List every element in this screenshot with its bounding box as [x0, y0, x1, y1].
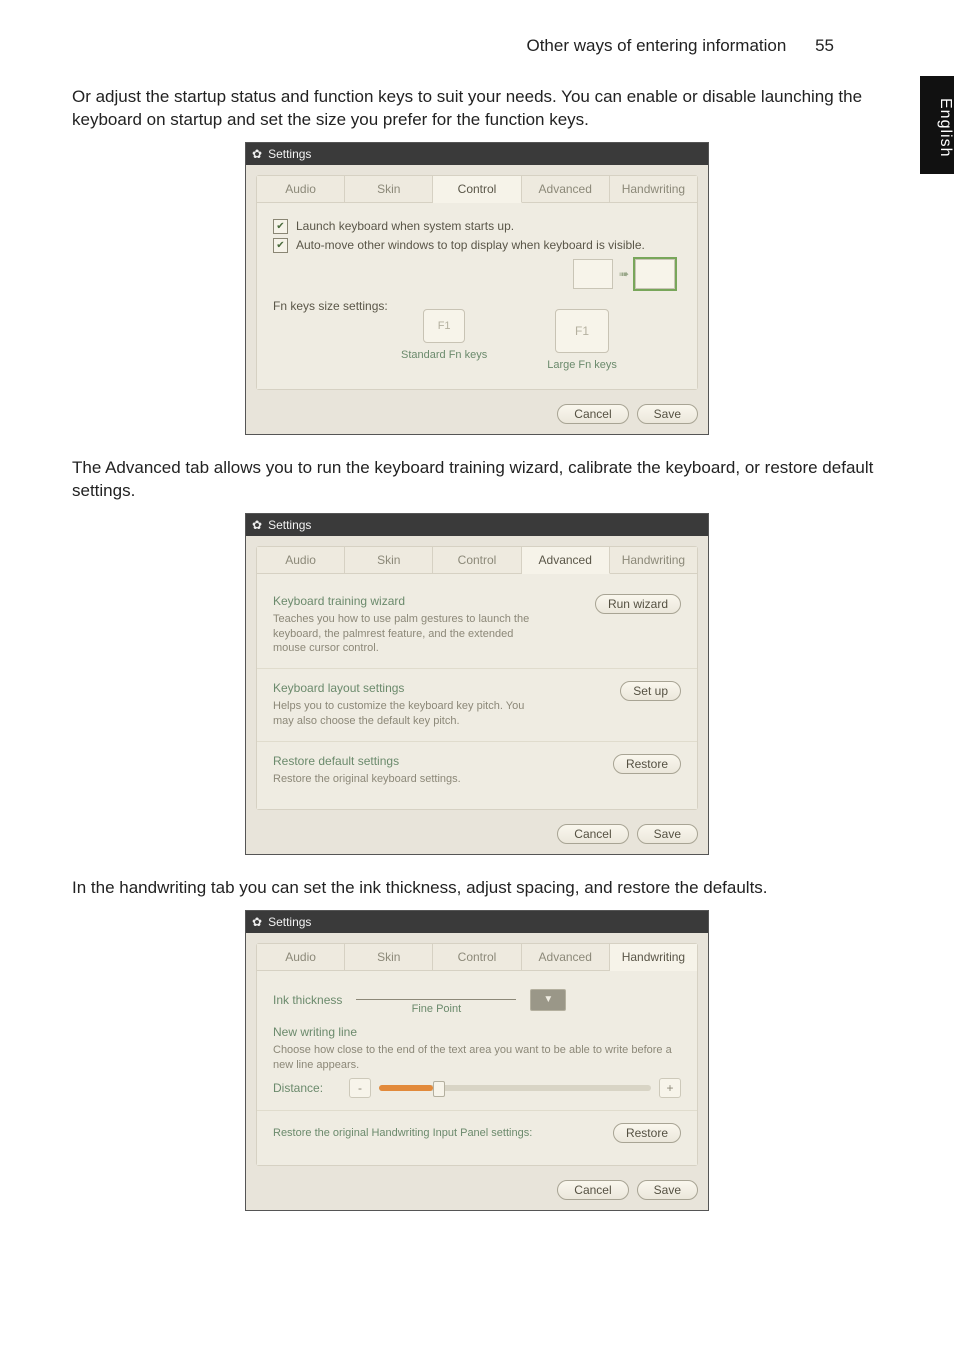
layout-settings-title: Keyboard layout settings — [273, 681, 533, 695]
paragraph-handwriting-intro: In the handwriting tab you can set the i… — [72, 877, 882, 900]
tab-handwriting[interactable]: Handwriting — [610, 176, 697, 202]
paragraph-control-intro: Or adjust the startup status and functio… — [72, 86, 882, 132]
fn-size-label: Fn keys size settings: — [273, 299, 393, 313]
layout-option-1-icon[interactable] — [573, 259, 613, 289]
settings-dialog-control: ✿ Settings Audio Skin Control Advanced Ha… — [245, 142, 709, 435]
cancel-button[interactable]: Cancel — [557, 1180, 628, 1200]
settings-dialog-handwriting: ✿ Settings Audio Skin Control Advanced Ha… — [245, 910, 709, 1212]
language-tab: English — [920, 76, 954, 174]
slider-thumb-icon[interactable] — [433, 1081, 445, 1097]
training-wizard-desc: Teaches you how to use palm gestures to … — [273, 612, 533, 657]
checkbox-automove-label: Auto-move other windows to top display w… — [296, 238, 645, 252]
tab-skin[interactable]: Skin — [345, 547, 433, 573]
restore-button[interactable]: Restore — [613, 754, 681, 774]
layout-option-2-icon[interactable] — [635, 259, 675, 289]
distance-decrease-button[interactable]: - — [349, 1078, 371, 1098]
run-wizard-button[interactable]: Run wizard — [595, 594, 681, 614]
ink-preview-line: Fine Point — [356, 999, 516, 1000]
tab-advanced[interactable]: Advanced — [522, 944, 610, 970]
save-button[interactable]: Save — [637, 1180, 698, 1200]
checkbox-automove[interactable]: ✔ — [273, 238, 288, 253]
tab-strip: Audio Skin Control Advanced Handwriting — [257, 547, 697, 574]
restore-defaults-desc: Restore the original keyboard settings. — [273, 772, 461, 787]
dialog-titlebar: ✿ Settings — [246, 911, 708, 933]
setup-button[interactable]: Set up — [620, 681, 681, 701]
fn-standard-caption: Standard Fn keys — [401, 349, 487, 361]
dialog-title: Settings — [268, 147, 311, 161]
dialog-title: Settings — [268, 518, 311, 532]
restore-defaults-title: Restore default settings — [273, 754, 461, 768]
ink-thickness-label: Ink thickness — [273, 993, 342, 1007]
dialog-titlebar: ✿ Settings — [246, 143, 708, 165]
fn-large-option[interactable]: F1 Large Fn keys — [547, 309, 617, 371]
restore-handwriting-label: Restore the original Handwriting Input P… — [273, 1126, 532, 1141]
dialog-title: Settings — [268, 915, 311, 929]
ink-thickness-dropdown[interactable]: ▼ — [530, 989, 566, 1011]
gear-icon: ✿ — [252, 514, 262, 536]
new-writing-line-desc: Choose how close to the end of the text … — [273, 1043, 681, 1073]
settings-dialog-advanced: ✿ Settings Audio Skin Control Advanced Ha… — [245, 513, 709, 855]
cancel-button[interactable]: Cancel — [557, 824, 628, 844]
tab-advanced[interactable]: Advanced — [522, 547, 610, 574]
tab-strip: Audio Skin Control Advanced Handwriting — [257, 944, 697, 971]
layout-settings-desc: Helps you to customize the keyboard key … — [273, 699, 533, 729]
arrow-right-icon: ➠ — [619, 267, 629, 281]
ink-caption: Fine Point — [412, 1003, 462, 1015]
checkbox-launch-label: Launch keyboard when system starts up. — [296, 219, 514, 233]
fn-key-standard-icon: F1 — [423, 309, 465, 343]
new-writing-line-title: New writing line — [273, 1025, 681, 1039]
display-layout-picker[interactable]: ➠ — [573, 259, 681, 289]
distance-increase-button[interactable]: + — [659, 1078, 681, 1098]
tab-audio[interactable]: Audio — [257, 176, 345, 202]
save-button[interactable]: Save — [637, 404, 698, 424]
fn-key-large-icon: F1 — [555, 309, 609, 353]
tab-handwriting[interactable]: Handwriting — [610, 547, 697, 573]
fn-large-caption: Large Fn keys — [547, 359, 617, 371]
tab-strip: Audio Skin Control Advanced Handwriting — [257, 176, 697, 203]
distance-label: Distance: — [273, 1081, 341, 1095]
distance-slider[interactable] — [379, 1085, 651, 1091]
restore-handwriting-button[interactable]: Restore — [613, 1123, 681, 1143]
tab-control[interactable]: Control — [433, 176, 521, 203]
tab-skin[interactable]: Skin — [345, 176, 433, 202]
tab-skin[interactable]: Skin — [345, 944, 433, 970]
header-title: Other ways of entering information — [526, 36, 786, 55]
tab-handwriting[interactable]: Handwriting — [610, 944, 697, 971]
gear-icon: ✿ — [252, 143, 262, 165]
save-button[interactable]: Save — [637, 824, 698, 844]
tab-audio[interactable]: Audio — [257, 547, 345, 573]
paragraph-advanced-intro: The Advanced tab allows you to run the k… — [72, 457, 882, 503]
tab-control[interactable]: Control — [433, 944, 521, 970]
page-header: Other ways of entering information 55 — [72, 36, 882, 56]
fn-standard-option[interactable]: F1 Standard Fn keys — [401, 309, 487, 361]
header-page-number: 55 — [815, 36, 834, 55]
tab-advanced[interactable]: Advanced — [522, 176, 610, 202]
tab-audio[interactable]: Audio — [257, 944, 345, 970]
checkbox-launch-on-start[interactable]: ✔ — [273, 219, 288, 234]
cancel-button[interactable]: Cancel — [557, 404, 628, 424]
training-wizard-title: Keyboard training wizard — [273, 594, 533, 608]
dialog-titlebar: ✿ Settings — [246, 514, 708, 536]
gear-icon: ✿ — [252, 911, 262, 933]
tab-control[interactable]: Control — [433, 547, 521, 573]
